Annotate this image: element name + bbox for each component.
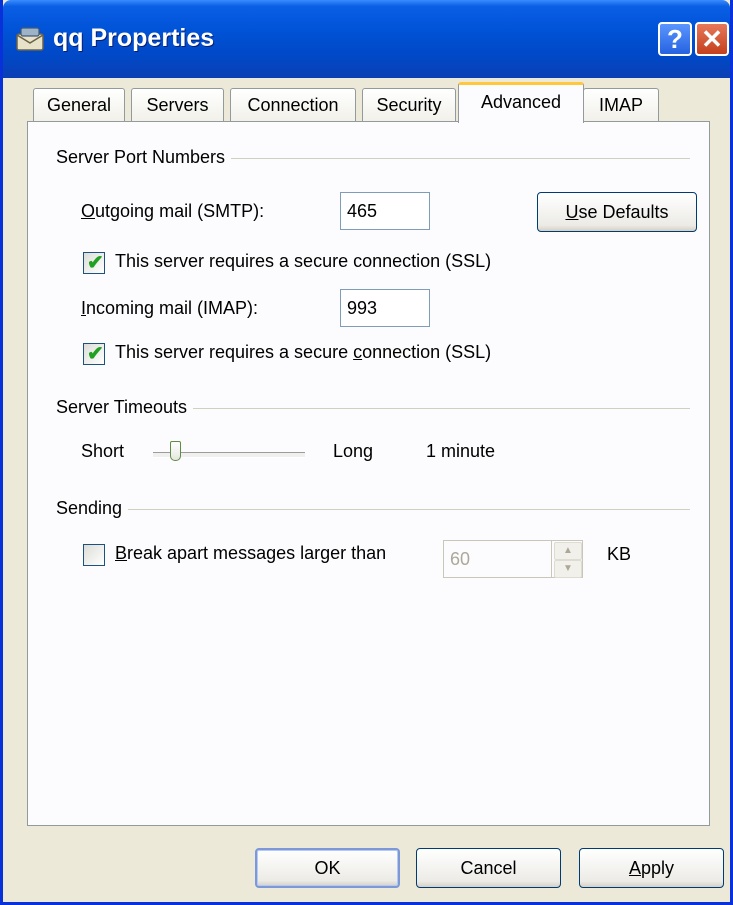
server-timeouts-label: Server Timeouts [56,397,194,418]
message-size-input[interactable] [443,540,553,578]
spin-down-icon[interactable]: ▼ [554,560,582,578]
ssl-incoming-label: This server requires a secure connection… [115,342,492,362]
outgoing-port-input[interactable] [340,192,430,230]
outgoing-mail-label: Outgoing mail (SMTP): [81,201,265,221]
use-defaults-button[interactable]: Use Defaults [537,192,697,232]
ssl-outgoing-checkbox[interactable]: ✔ [83,252,105,274]
sending-label: Sending [56,498,129,519]
timeout-value: 1 minute [426,441,496,461]
message-size-spinner[interactable]: ▲ ▼ [551,540,583,578]
checkmark-icon: ✔ [87,252,104,274]
timeout-slider-thumb[interactable] [170,441,181,461]
spin-up-icon[interactable]: ▲ [554,542,582,560]
incoming-mail-label: Incoming mail (IMAP): [81,298,259,318]
break-apart-checkbox[interactable] [83,544,105,566]
server-port-numbers-label: Server Port Numbers [56,147,232,168]
checkmark-icon: ✔ [87,343,104,365]
timeout-short-label: Short [81,441,125,461]
ssl-outgoing-label: This server requires a secure connection… [115,251,492,271]
properties-dialog: qq Properties ? ✕ General Servers Connec… [0,0,733,905]
incoming-port-input[interactable] [340,289,430,327]
group-divider [58,509,690,510]
break-apart-label: Break apart messages larger than [115,543,387,563]
timeout-long-label: Long [333,441,374,461]
size-unit-label: KB [607,544,632,564]
ssl-incoming-checkbox[interactable]: ✔ [83,343,105,365]
